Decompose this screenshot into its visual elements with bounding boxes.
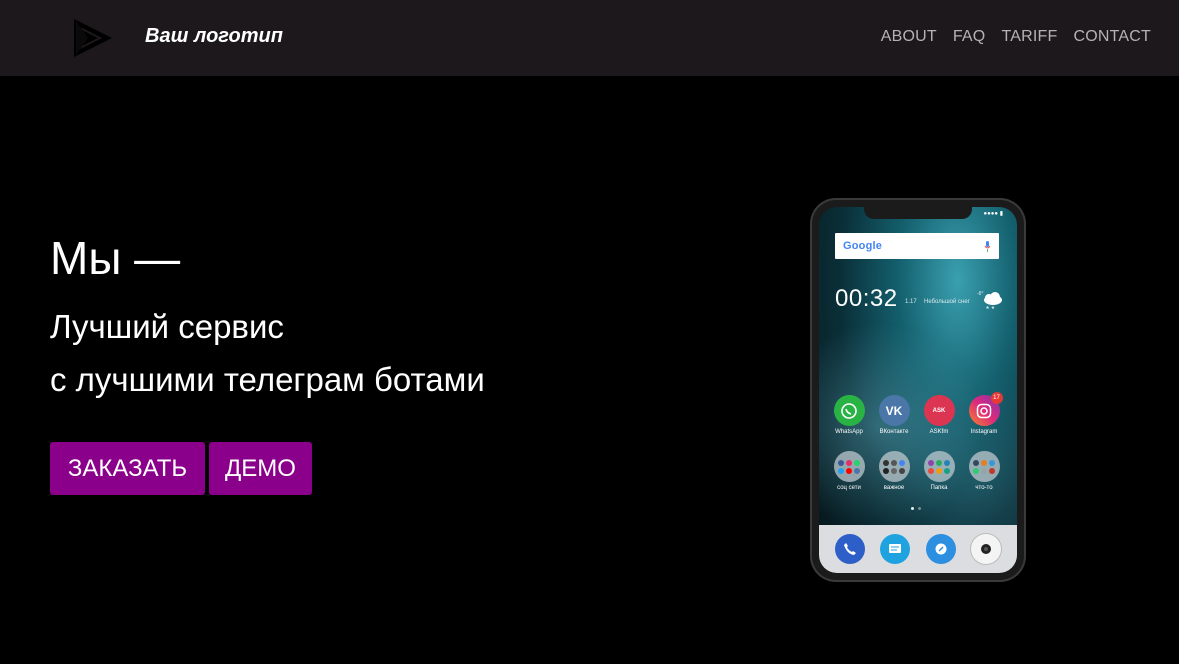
app-label: ASKfm: [929, 429, 949, 435]
google-logo: Google: [843, 240, 883, 252]
play-triangle-icon[interactable]: [70, 15, 116, 61]
page-indicator: [911, 507, 921, 510]
svg-text:* *: * *: [986, 305, 994, 314]
google-search-bar: Google: [835, 233, 999, 259]
clock-date: 1.17: [905, 299, 917, 305]
app-label: WhatsApp: [835, 429, 863, 435]
folder-folder[interactable]: Папка: [919, 451, 959, 491]
folder-label: соц сети: [837, 485, 861, 491]
app-vkontakte[interactable]: VK ВКонтакте: [874, 395, 914, 435]
brand-name[interactable]: Ваш логотип: [145, 25, 283, 48]
nav-about[interactable]: ABOUT: [881, 28, 937, 46]
phone-screen: ●●●● ▮ Google 00:32 1.17 Небольшой снег …: [819, 207, 1017, 573]
order-button[interactable]: ЗАКАЗАТЬ: [50, 442, 205, 495]
app-label: ВКонтакте: [879, 429, 909, 435]
messages-icon[interactable]: [880, 534, 911, 564]
app-askfm[interactable]: ASK ASKfm: [919, 395, 959, 435]
vk-icon: VK: [878, 395, 910, 426]
weather-text: Небольшой снег: [924, 299, 970, 305]
phone-icon[interactable]: [834, 534, 865, 564]
camera-icon[interactable]: [971, 534, 1002, 564]
hero-subtitle: Лучший сервис с лучшими телеграм ботами: [50, 300, 485, 406]
demo-button[interactable]: ДЕМО: [209, 442, 312, 495]
folder-label: Папка: [930, 485, 948, 491]
folder-social[interactable]: соц сети: [829, 451, 869, 491]
instagram-icon: 17: [968, 392, 1003, 426]
folder-icon: [878, 451, 910, 482]
navbar: Ваш логотип ABOUT FAQ TARIFF CONTACT: [0, 0, 1179, 76]
nav-faq[interactable]: FAQ: [953, 28, 986, 46]
snow-cloud-icon: * *: [984, 292, 1002, 314]
nav-contact[interactable]: CONTACT: [1073, 28, 1151, 46]
folder-icon: [833, 451, 865, 482]
app-whatsapp[interactable]: WhatsApp: [829, 395, 869, 435]
folder-icon: [968, 451, 1000, 482]
whatsapp-icon: [833, 395, 865, 426]
folder-label: важное: [883, 485, 905, 491]
clock-time: 00:32: [835, 285, 898, 312]
phone-notch: [864, 207, 972, 219]
app-label: Instagram: [970, 429, 998, 435]
phone-dock: [819, 525, 1017, 573]
hero-title: Мы —: [50, 232, 181, 284]
main-nav: ABOUT FAQ TARIFF CONTACT: [881, 28, 1151, 46]
folder-something[interactable]: что-то: [964, 451, 1004, 491]
app-instagram[interactable]: 17 Instagram: [964, 392, 1004, 435]
folder-icon: [923, 451, 955, 482]
hero-subtitle-line1: Лучший сервис: [50, 308, 284, 345]
folder-label: что-то: [975, 485, 993, 491]
browser-icon[interactable]: [925, 534, 956, 564]
microphone-icon: [984, 240, 991, 252]
phone-mockup: ●●●● ▮ Google 00:32 1.17 Небольшой снег …: [810, 198, 1026, 582]
nav-tariff[interactable]: TARIFF: [1001, 28, 1057, 46]
status-icons: ●●●● ▮: [983, 211, 1003, 217]
askfm-icon: ASK: [923, 395, 955, 426]
folder-important[interactable]: важное: [874, 451, 914, 491]
notification-badge: 17: [990, 392, 1003, 404]
hero-subtitle-line2: с лучшими телеграм ботами: [50, 361, 485, 398]
